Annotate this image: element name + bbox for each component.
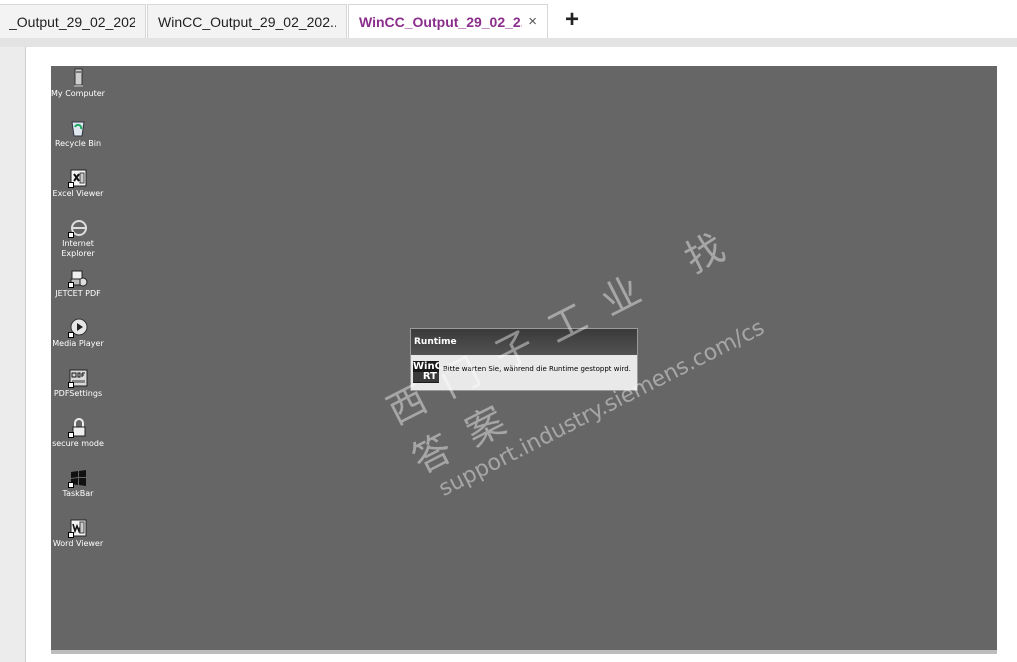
desktop-icon-label: Internet Explorer (61, 239, 95, 258)
desktop-icon-excel-viewer[interactable]: Excel Viewer (51, 168, 105, 199)
dialog-message: Bitte warten Sie, während die Runtime ge… (443, 365, 631, 373)
logo-line-2: RT (413, 372, 439, 382)
desktop-icon-word-viewer[interactable]: Word Viewer (51, 518, 105, 549)
shortcut-arrow-icon (68, 332, 74, 338)
runtime-dialog: Runtime WinCC RT Bitte warten Sie, währe… (410, 328, 638, 391)
browser-tab-bar: _Output_29_02_202... WinCC_Output_29_02_… (0, 0, 1017, 40)
shortcut-arrow-icon (68, 532, 74, 538)
desktop-icon-label: secure mode (52, 439, 104, 448)
tab-1-label: _Output_29_02_202... (9, 13, 135, 30)
shortcut-arrow-icon (68, 282, 74, 288)
new-tab-button[interactable]: + (561, 8, 583, 32)
desktop-icon-secure-mode[interactable]: secure mode (51, 418, 105, 449)
excel-icon (68, 168, 88, 188)
recycle-bin-icon (68, 118, 88, 138)
desktop-bottom-edge (51, 650, 997, 654)
desktop-icon-label: TaskBar (62, 489, 94, 498)
desktop-icon-label: PDFSettings (53, 389, 103, 398)
desktop-icon-label: JETCET PDF (55, 289, 101, 298)
word-icon (68, 518, 88, 538)
desktop-icon-pdfsettings[interactable]: PDFSettings (51, 368, 105, 399)
hmi-desktop: My Computer Recycle Bin Excel Viewer Int… (51, 66, 997, 650)
desktop-icon-recycle-bin[interactable]: Recycle Bin (51, 118, 105, 149)
desktop-icon-label: Word Viewer (52, 539, 104, 548)
lock-icon (68, 418, 88, 438)
printer-icon (68, 268, 88, 288)
globe-icon (68, 218, 88, 238)
shortcut-arrow-icon (68, 182, 74, 188)
desktop-icon-taskbar[interactable]: TaskBar (51, 468, 105, 499)
tab-divider (0, 38, 1017, 47)
wincc-rt-logo-icon: WinCC RT (413, 361, 439, 383)
desktop-icon-label: My Computer (51, 89, 105, 98)
tab-3-active[interactable]: WinCC_Output_29_02_2... × (348, 4, 548, 38)
shortcut-arrow-icon (68, 432, 74, 438)
desktop-icon-label: Media Player (52, 339, 104, 348)
desktop-icon-label: Recycle Bin (54, 139, 102, 148)
tab-1[interactable]: _Output_29_02_202... (0, 4, 146, 38)
shortcut-arrow-icon (68, 382, 74, 388)
play-icon (68, 318, 88, 338)
left-gutter (0, 47, 26, 662)
desktop-icon-label: Excel Viewer (52, 189, 104, 198)
desktop-icon-internet-explorer[interactable]: Internet Explorer (51, 218, 105, 259)
watermark-line-2: support.industry.siemens.com/cs (434, 315, 769, 502)
windows-icon (68, 468, 88, 488)
tab-2-label: WinCC_Output_29_02_202... (158, 13, 336, 30)
shortcut-arrow-icon (68, 232, 74, 238)
shortcut-arrow-icon (68, 482, 74, 488)
close-icon[interactable]: × (528, 13, 537, 30)
dialog-body: WinCC RT Bitte warten Sie, während die R… (411, 355, 637, 390)
desktop-icon-my-computer[interactable]: My Computer (51, 68, 105, 99)
dialog-title: Runtime (411, 329, 637, 355)
pdf-icon (68, 368, 88, 388)
tab-3-label: WinCC_Output_29_02_2... (359, 13, 523, 30)
desktop-icon-jetcet-pdf[interactable]: JETCET PDF (51, 268, 105, 299)
tab-2[interactable]: WinCC_Output_29_02_202... (147, 4, 347, 38)
desktop-icon-media-player[interactable]: Media Player (51, 318, 105, 349)
computer-icon (68, 68, 88, 88)
